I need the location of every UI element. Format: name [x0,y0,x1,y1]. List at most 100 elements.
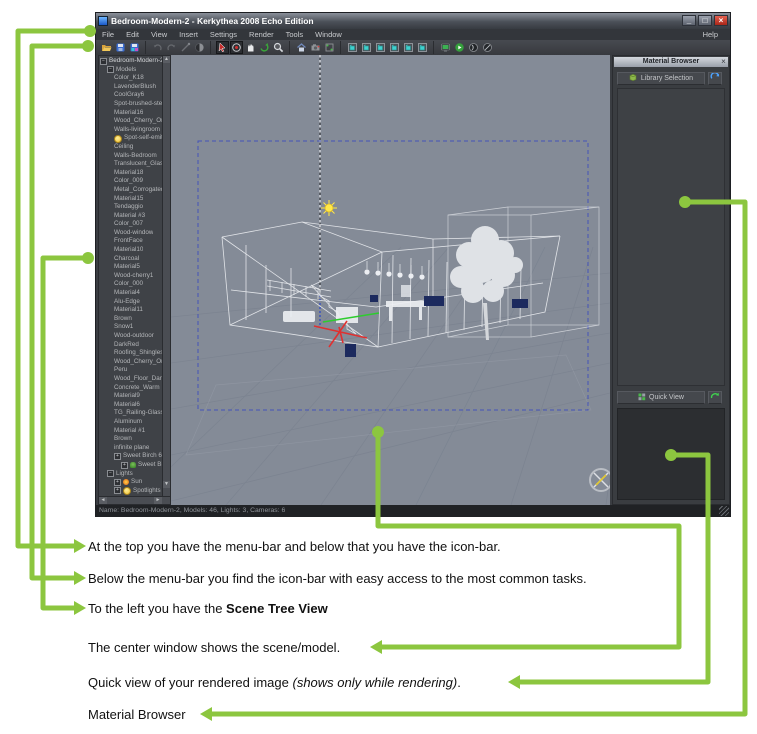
expand-icon[interactable]: + [114,487,121,495]
scroll-up-icon[interactable]: ▲ [163,56,170,63]
tree-item[interactable]: − Models [99,66,163,75]
tree-item[interactable]: Alu-Edge [99,298,163,307]
zoom-magnifier-icon[interactable] [272,41,285,54]
redo-icon[interactable] [165,41,178,54]
menu-item-file[interactable]: File [96,30,120,39]
scene-tree-view[interactable]: − Bedroom-Modern-2− Models Color_K18 Lavende… [98,55,171,505]
select-arrow-icon[interactable] [215,41,229,54]
menu-item-insert[interactable]: Insert [173,30,204,39]
select-target-icon[interactable] [229,41,243,54]
tree-item[interactable]: Spot-self-emit [99,134,163,143]
measure-icon[interactable] [179,41,192,54]
scroll-left-icon[interactable]: ◄ [99,497,107,504]
tree-item[interactable]: Color_007 [99,220,163,229]
tree-item[interactable]: − Bedroom-Modern-2 [99,57,163,66]
tree-item[interactable]: +Sweet Birch 6 meter [99,452,163,461]
tree-item[interactable]: Snow1 [99,323,163,332]
tree-item[interactable]: Color_009 [99,177,163,186]
home-icon[interactable] [295,41,308,54]
close-button[interactable]: × [714,15,728,26]
tree-item[interactable]: Wood-outdoor [99,332,163,341]
material-browser-area[interactable] [617,88,725,386]
menu-item-window[interactable]: Window [309,30,348,39]
save-all-icon[interactable] [128,41,141,54]
expand-icon[interactable]: + [114,478,121,486]
tree-item[interactable]: Material10 [99,246,163,255]
viewport-cube-icon[interactable] [402,41,415,54]
tree-item[interactable]: Wood_Floor_Dark [99,375,163,384]
tree-item[interactable]: Material16 [99,109,163,118]
tree-item[interactable]: Material #3 [99,212,163,221]
material-browser-header[interactable]: Material Browser [614,57,728,67]
tree-item[interactable]: DarkRed [99,341,163,350]
tree-item[interactable]: Material4 [99,289,163,298]
viewport-cube-icon[interactable] [388,41,401,54]
snap-icon[interactable] [323,41,336,54]
tree-item[interactable]: Material15 [99,195,163,204]
tree-item[interactable]: Walls-livingroom [99,126,163,135]
start-render-icon[interactable] [453,41,466,54]
tree-item[interactable]: Roofing_Shingles_G [99,349,163,358]
tree-item[interactable]: Walls-Bedroom [99,152,163,161]
contrast-icon[interactable] [193,41,206,54]
library-selection-button[interactable]: Library Selection [617,72,705,85]
viewport-cube-icon[interactable] [360,41,373,54]
tree-item[interactable]: Peru [99,366,163,375]
tree-item[interactable]: Metal_Corrogated_ [99,186,163,195]
tree-item[interactable]: Material #1 [99,427,163,436]
expand-icon[interactable]: + [114,453,121,461]
tree-item[interactable]: + Spotlights [99,487,163,495]
tree-item[interactable]: Concrete_Warm [99,384,163,393]
minimize-button[interactable]: _ [682,15,696,26]
viewport-cube-icon[interactable] [346,41,359,54]
tree-item[interactable]: Brown [99,435,163,444]
tree-item[interactable]: Tendaggio [99,203,163,212]
tree-item[interactable]: Wood-cherry1 [99,272,163,281]
tree-item[interactable]: infinite plane [99,444,163,453]
refresh-library-button[interactable] [708,71,722,85]
tree-item[interactable]: Wood_Cherry_Origi [99,117,163,126]
scroll-down-icon[interactable]: ▼ [163,481,170,488]
menu-item-settings[interactable]: Settings [204,30,243,39]
tree-item[interactable]: Material18 [99,169,163,178]
tree-horizontal-scrollbar[interactable]: ◄ ► [99,496,170,504]
camera-icon[interactable] [309,41,322,54]
open-folder-icon[interactable] [100,41,113,54]
tree-item[interactable]: Translucent_Glass_ [99,160,163,169]
quick-view-button[interactable]: Quick View [617,391,705,404]
tree-item[interactable]: TG_Railing-Glass [99,409,163,418]
tree-item[interactable]: Material11 [99,306,163,315]
panel-close-icon[interactable]: × [719,57,728,67]
tree-item[interactable]: − Lights [99,470,163,479]
view-navigation-widget[interactable] [589,468,610,492]
tree-item[interactable]: Color_K18 [99,74,163,83]
tree-item[interactable]: Wood-window [99,229,163,238]
tree-item[interactable]: Spot-brushed-steel [99,100,163,109]
scene-viewport[interactable] [171,55,610,505]
tree-item[interactable]: Brown [99,315,163,324]
expand-icon[interactable]: + [121,461,128,469]
tree-item[interactable]: + Sun [99,478,163,487]
pan-hand-icon[interactable] [244,41,257,54]
tree-item[interactable]: Color_000 [99,280,163,289]
tree-item[interactable]: Wood_Cherry_Origi [99,358,163,367]
stop-render-icon[interactable] [481,41,494,54]
save-icon[interactable] [114,41,127,54]
collapse-icon[interactable]: − [100,57,107,65]
tree-item[interactable]: Ceiling [99,143,163,152]
refresh-quick-view-button[interactable] [708,391,722,404]
menu-item-render[interactable]: Render [243,30,280,39]
orbit-icon[interactable] [258,41,271,54]
collapse-icon[interactable]: − [107,470,114,478]
tree-item[interactable]: Charcoal [99,255,163,264]
tree-item[interactable]: Aluminum [99,418,163,427]
tree-item[interactable]: LavenderBlush [99,83,163,92]
tree-item[interactable]: Material5 [99,263,163,272]
tree-item[interactable]: FrontFace [99,237,163,246]
tree-item[interactable]: + Sweet Birch (Sw [99,461,163,470]
tree-item[interactable]: CoolGray6 [99,91,163,100]
tree-item[interactable]: Material9 [99,392,163,401]
tree-item[interactable]: Material6 [99,401,163,410]
menu-item-view[interactable]: View [145,30,173,39]
resize-grip[interactable] [719,506,729,516]
